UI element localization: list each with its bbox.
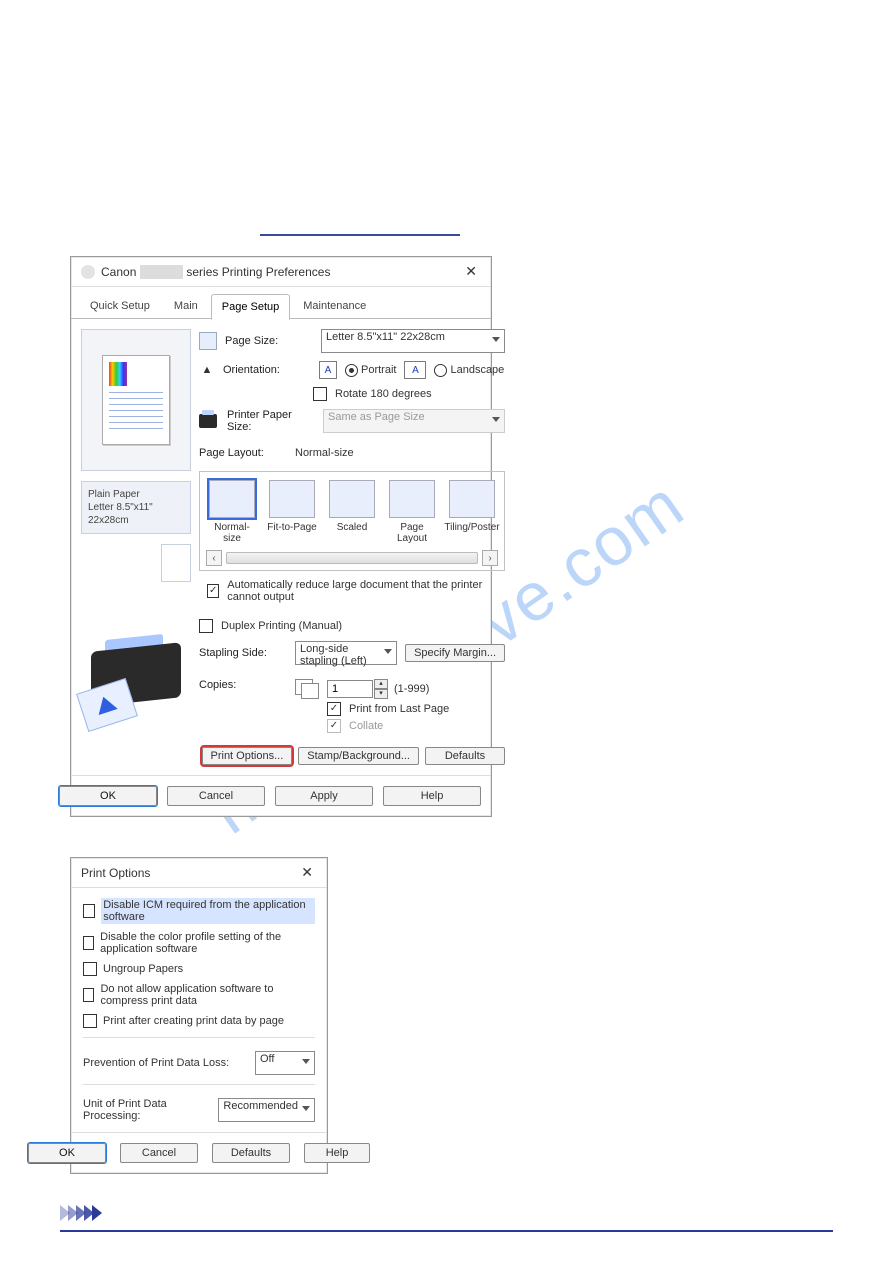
radio-landscape[interactable]: Landscape: [434, 364, 504, 377]
layout-scrollbar[interactable]: ‹›: [206, 550, 498, 566]
tab-maintenance[interactable]: Maintenance: [292, 293, 377, 319]
label-copies: Copies:: [199, 679, 287, 691]
titlebar: Canon ....... series Printing Preference…: [71, 257, 491, 287]
close-icon[interactable]: ✕: [297, 864, 317, 881]
checkbox-disable-icm[interactable]: [83, 904, 95, 918]
copies-icon: [295, 679, 319, 699]
label-prevention: Prevention of Print Data Loss:: [83, 1057, 243, 1069]
opt-disable-profile: Disable the color profile setting of the…: [100, 931, 315, 955]
label-page-layout: Page Layout:: [199, 447, 287, 459]
checkbox-ungroup[interactable]: [83, 962, 97, 976]
page-preview: [81, 329, 191, 471]
window-title-suffix: series Printing Preferences: [183, 265, 330, 279]
titlebar-options: Print Options ✕: [71, 858, 327, 888]
link-underline: [260, 234, 460, 236]
tab-main[interactable]: Main: [163, 293, 209, 319]
app-icon: [81, 265, 95, 279]
label-stapling: Stapling Side:: [199, 647, 287, 659]
help-button[interactable]: Help: [383, 786, 481, 806]
copies-spinner[interactable]: ▴▾: [327, 679, 388, 699]
options-title: Print Options: [81, 866, 150, 880]
page-layout-value: Normal-size: [295, 447, 354, 459]
opt-no-compress: Do not allow application software to com…: [100, 983, 315, 1007]
layout-normal[interactable]: Normal-size: [206, 480, 258, 544]
checkbox-duplex[interactable]: [199, 619, 213, 633]
window-title-prefix: Canon: [101, 265, 140, 279]
note-band: [60, 1204, 833, 1232]
printing-preferences-window: Canon ....... series Printing Preference…: [70, 256, 492, 817]
ok-button[interactable]: OK: [28, 1143, 106, 1163]
defaults-button[interactable]: Defaults: [425, 747, 505, 765]
opt-disable-icm: Disable ICM required from the applicatio…: [101, 898, 315, 924]
radio-portrait[interactable]: Portrait: [345, 364, 396, 377]
stamp-background-button[interactable]: Stamp/Background...: [298, 747, 419, 765]
layout-pagelayout[interactable]: Page Layout: [386, 480, 438, 544]
label-unit: Unit of Print Data Processing:: [83, 1098, 206, 1122]
unit-select[interactable]: Recommended: [218, 1098, 315, 1122]
window-title-masked: .......: [140, 265, 183, 279]
paper-size: Letter 8.5"x11" 22x28cm: [88, 501, 184, 527]
checkbox-disable-profile[interactable]: [83, 936, 94, 950]
checkbox-collate: [327, 719, 341, 733]
close-icon[interactable]: ✕: [461, 263, 481, 280]
help-button[interactable]: Help: [304, 1143, 370, 1163]
checkbox-lastpage[interactable]: [327, 702, 341, 716]
defaults-button[interactable]: Defaults: [212, 1143, 290, 1163]
cancel-button[interactable]: Cancel: [120, 1143, 198, 1163]
label-lastpage: Print from Last Page: [349, 703, 449, 715]
label-orientation: Orientation:: [223, 364, 311, 376]
opt-bypage: Print after creating print data by page: [103, 1015, 284, 1027]
checkbox-no-compress[interactable]: [83, 988, 94, 1002]
layout-tiling[interactable]: Tiling/Poster: [446, 480, 498, 544]
copies-range: (1-999): [394, 683, 429, 695]
label-page-size: Page Size:: [225, 335, 313, 347]
checkbox-rotate180[interactable]: [313, 387, 327, 401]
tab-quick-setup[interactable]: Quick Setup: [79, 293, 161, 319]
portrait-icon: A: [319, 361, 337, 379]
paper-info: Plain Paper Letter 8.5"x11" 22x28cm: [81, 481, 191, 534]
opt-ungroup: Ungroup Papers: [103, 963, 183, 975]
landscape-icon: A: [404, 361, 426, 379]
paper-type: Plain Paper: [88, 488, 184, 501]
tab-page-setup[interactable]: Page Setup: [211, 294, 291, 320]
label-printer-paper-size: Printer Paper Size:: [227, 409, 315, 433]
page-icon: [199, 332, 217, 350]
page-size-select[interactable]: Letter 8.5"x11" 22x28cm: [321, 329, 505, 353]
label-duplex: Duplex Printing (Manual): [221, 620, 342, 632]
layout-fit[interactable]: Fit-to-Page: [266, 480, 318, 544]
orientation-icon: ▲: [199, 364, 215, 376]
printer-icon: [199, 414, 217, 428]
print-options-button[interactable]: Print Options...: [202, 747, 293, 765]
apply-button[interactable]: Apply: [275, 786, 373, 806]
stapling-select[interactable]: Long-side stapling (Left): [295, 641, 397, 665]
print-options-dialog: Print Options ✕ Disable ICM required fro…: [70, 857, 328, 1174]
layout-scaled[interactable]: Scaled: [326, 480, 378, 544]
ok-button[interactable]: OK: [59, 786, 157, 806]
tabs: Quick Setup Main Page Setup Maintenance: [71, 287, 491, 319]
layout-selector: Normal-size Fit-to-Page Scaled Page Layo…: [199, 471, 505, 571]
label-rotate180: Rotate 180 degrees: [335, 388, 432, 400]
checkbox-auto-reduce[interactable]: [207, 584, 219, 598]
cancel-button[interactable]: Cancel: [167, 786, 265, 806]
label-collate: Collate: [349, 720, 383, 732]
note-chevrons-icon: [60, 1204, 833, 1222]
label-auto-reduce: Automatically reduce large document that…: [227, 579, 505, 603]
checkbox-bypage[interactable]: [83, 1014, 97, 1028]
printer-illustration: [81, 592, 191, 752]
small-page-icon: [161, 544, 191, 582]
specify-margin-button[interactable]: Specify Margin...: [405, 644, 505, 662]
prevention-select[interactable]: Off: [255, 1051, 315, 1075]
printer-paper-size-select: Same as Page Size: [323, 409, 505, 433]
